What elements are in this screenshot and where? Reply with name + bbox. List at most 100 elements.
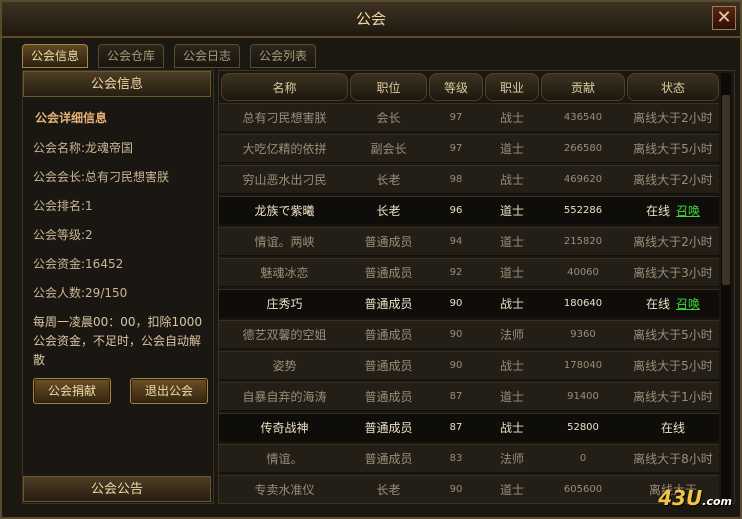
cell-contribution: 40060	[541, 259, 625, 287]
cell-name-text: 魅魂冰恋	[260, 266, 309, 280]
column-header-job[interactable]: 职业	[485, 73, 539, 101]
cell-name: 穷山恶水出刁民	[221, 166, 348, 194]
cell-contribution-text: 469620	[563, 174, 603, 185]
table-row[interactable]: 穷山恶水出刁民 长老 98 战士 469620 离线大于2小时	[219, 165, 719, 194]
cell-contribution-text: 436540	[563, 112, 603, 123]
guild-info-header: 公会信息	[23, 71, 211, 97]
summon-link[interactable]: 召唤	[676, 297, 700, 311]
cell-level-text: 87	[449, 391, 463, 402]
cell-status-text: 离线大于2小时	[633, 111, 713, 125]
tab-guild-log[interactable]: 公会日志	[174, 44, 241, 68]
table-row[interactable]: 庄秀巧 普通成员 90 战士 180640 在线 召唤	[219, 289, 719, 318]
column-header-name[interactable]: 名称	[221, 73, 348, 101]
cell-level-text: 90	[449, 329, 463, 340]
cell-job-text: 战士	[499, 359, 524, 373]
table-row[interactable]: 大吃亿精的依拼 副会长 97 道士 266580 离线大于5小时	[219, 134, 719, 163]
cell-position: 长老	[350, 197, 427, 225]
column-header-contribution[interactable]: 贡献	[541, 73, 625, 101]
cell-position: 普通成员	[350, 290, 427, 318]
cell-name: 情谊。两峡	[221, 228, 348, 256]
cell-job: 战士	[485, 166, 539, 194]
table-row[interactable]: 传奇战神 普通成员 87 战士 52800 在线	[219, 413, 719, 442]
table-row[interactable]: 德艺双馨的空姐 普通成员 90 法师 9360 离线大于5小时	[219, 320, 719, 349]
table-row[interactable]: 姿势 普通成员 90 战士 178040 离线大于5小时	[219, 351, 719, 380]
site-watermark: 43U.com	[658, 486, 732, 510]
cell-contribution-text: 91400	[567, 391, 599, 402]
guild-rank: 公会排名:1	[33, 199, 93, 213]
table-row[interactable]: 情谊。 普通成员 83 法师 0 离线大于8小时	[219, 444, 719, 473]
cell-job: 道士	[485, 259, 539, 287]
cell-name-text: 姿势	[272, 359, 297, 373]
table-row[interactable]: 魅魂冰恋 普通成员 92 道士 40060 离线大于3小时	[219, 258, 719, 287]
column-header-status[interactable]: 状态	[627, 73, 719, 101]
cell-level: 87	[429, 383, 483, 411]
cell-position: 副会长	[350, 135, 427, 163]
cell-level: 94	[429, 228, 483, 256]
cell-name: 姿势	[221, 352, 348, 380]
table-row[interactable]: 情谊。两峡 普通成员 94 道士 215820 离线大于2小时	[219, 227, 719, 256]
tab-guild-list[interactable]: 公会列表	[250, 44, 317, 68]
cell-contribution-text: 178040	[563, 360, 603, 371]
guild-level: 公会等级:2	[33, 228, 93, 242]
cell-name: 传奇战神	[221, 414, 348, 442]
cell-level-text: 83	[449, 453, 463, 464]
cell-position-text: 普通成员	[364, 421, 413, 435]
summon-link[interactable]: 召唤	[676, 204, 700, 218]
cell-status: 在线	[627, 414, 719, 442]
cell-status: 离线大于5小时	[627, 321, 719, 349]
cell-contribution: 469620	[541, 166, 625, 194]
cell-level: 90	[429, 290, 483, 318]
cell-contribution-text: 266580	[563, 143, 603, 154]
cell-position-text: 普通成员	[364, 452, 413, 466]
cell-job-text: 道士	[499, 483, 524, 497]
tab-guild-warehouse[interactable]: 公会仓库	[98, 44, 165, 68]
scrollbar[interactable]	[721, 73, 731, 501]
column-header-level[interactable]: 等级	[429, 73, 483, 101]
guild-funds: 公会资金:16452	[33, 257, 124, 271]
guild-detail-title: 公会详细信息	[35, 111, 108, 125]
cell-position-text: 长老	[376, 173, 401, 187]
cell-position: 普通成员	[350, 259, 427, 287]
cell-name: 总有刁民想害朕	[221, 104, 348, 132]
leave-guild-button[interactable]: 退出公会	[130, 378, 208, 404]
cell-level: 98	[429, 166, 483, 194]
table-row[interactable]: 自暴自弃的海涛 普通成员 87 道士 91400 离线大于1小时	[219, 382, 719, 411]
cell-name-text: 总有刁民想害朕	[242, 111, 327, 125]
cell-position-text: 长老	[376, 204, 401, 218]
cell-job-text: 战士	[499, 421, 524, 435]
cell-contribution: 91400	[541, 383, 625, 411]
cell-level-text: 98	[449, 174, 463, 185]
cell-job: 道士	[485, 135, 539, 163]
close-icon[interactable]: ✕	[712, 6, 736, 30]
cell-status-text: 离线大于1小时	[633, 390, 713, 404]
cell-status-text: 离线大于5小时	[633, 328, 713, 342]
table-row[interactable]: 龙族で紫曦 长老 96 道士 552286 在线 召唤	[219, 196, 719, 225]
cell-job-text: 道士	[499, 142, 524, 156]
cell-name-text: 德艺双馨的空姐	[242, 328, 327, 342]
cell-status: 在线 召唤	[627, 197, 719, 225]
cell-job: 战士	[485, 414, 539, 442]
cell-status: 离线大于5小时	[627, 135, 719, 163]
cell-level: 92	[429, 259, 483, 287]
cell-job: 法师	[485, 321, 539, 349]
cell-position: 普通成员	[350, 321, 427, 349]
column-header-position[interactable]: 职位	[350, 73, 427, 101]
cell-status-text: 离线大于3小时	[633, 266, 713, 280]
tab-guild-info[interactable]: 公会信息	[22, 44, 89, 68]
cell-status: 离线大于1小时	[627, 383, 719, 411]
table-row[interactable]: 专卖水准仪 长老 90 道士 605600 离线大于	[219, 475, 719, 503]
cell-job-text: 战士	[499, 173, 524, 187]
guild-announcement-header[interactable]: 公会公告	[23, 476, 211, 502]
guild-leader: 公会会长:总有刁民想害朕	[33, 170, 170, 184]
donate-button[interactable]: 公会捐献	[33, 378, 111, 404]
cell-contribution-text: 215820	[563, 236, 603, 247]
cell-contribution: 9360	[541, 321, 625, 349]
cell-name-text: 自暴自弃的海涛	[242, 390, 327, 404]
cell-level-text: 97	[449, 143, 463, 154]
cell-job: 战士	[485, 104, 539, 132]
scrollbar-thumb[interactable]	[722, 95, 730, 285]
cell-level: 97	[429, 135, 483, 163]
cell-job: 道士	[485, 197, 539, 225]
title-bar: 公会	[2, 2, 740, 38]
table-row[interactable]: 总有刁民想害朕 会长 97 战士 436540 离线大于2小时	[219, 103, 719, 132]
